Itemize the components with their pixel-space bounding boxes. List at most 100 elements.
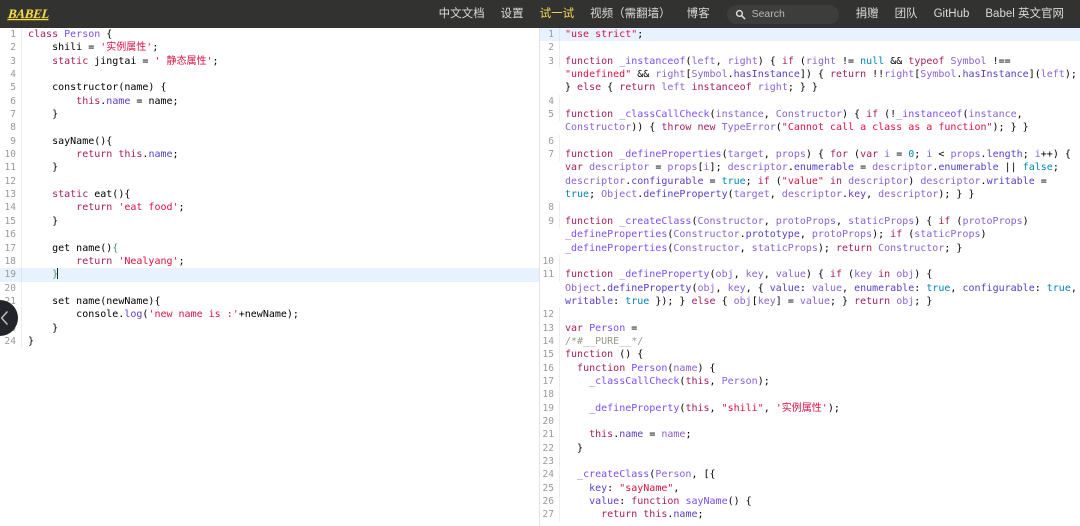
line-number: 2 (540, 41, 560, 55)
line-number: 18 (0, 254, 22, 269)
output-code-line: 4 (540, 94, 1080, 109)
line-content (22, 121, 539, 134)
line-content: static jingtai = ' 静态属性'; (52, 55, 219, 67)
line-number: 14 (0, 201, 22, 215)
line-number: 16 (540, 361, 560, 375)
input-code-line: 15 } (0, 214, 539, 229)
line-content: } (28, 162, 59, 174)
line-content (22, 282, 539, 295)
navbar-right-links: 捐赠 团队 GitHub Babel 英文官网 (848, 0, 1072, 28)
line-content (560, 41, 1080, 54)
line-content: /*#__PURE__*/ (565, 335, 644, 347)
input-code-area[interactable]: 1 class Person {2 shili = '实例属性'; 3 static… (0, 28, 539, 349)
output-code-line: 23 (540, 455, 1080, 469)
nav-link-docs[interactable]: 中文文档 (431, 0, 493, 28)
line-number: 17 (540, 374, 560, 389)
line-content (22, 228, 539, 241)
line-content (560, 388, 1080, 401)
nav-link-setup[interactable]: 设置 (493, 0, 532, 28)
line-content: this.name = name; (76, 95, 179, 107)
output-pane[interactable]: 1 "use strict"; 2 3 function _instanceof(le… (540, 28, 1080, 526)
output-code-line: 18 (540, 388, 1080, 402)
babel-logo[interactable]: BABEL (5, 6, 50, 22)
line-content: function _defineProperties(target, props… (565, 149, 1077, 201)
nav-link-team[interactable]: 团队 (887, 0, 926, 28)
nav-link-github[interactable]: GitHub (926, 0, 978, 28)
line-content: get name(){ (28, 242, 119, 254)
line-number: 5 (540, 108, 560, 122)
line-number: 12 (0, 174, 22, 189)
line-content: } (565, 442, 584, 454)
output-code-line: 12 (540, 308, 1080, 322)
line-content: value: function sayName() { (589, 496, 752, 508)
line-content: return 'eat food'; (76, 202, 185, 214)
line-number: 5 (0, 81, 22, 95)
line-number: 7 (0, 108, 22, 122)
line-number: 6 (540, 134, 560, 149)
search-input[interactable]: Search (726, 4, 839, 24)
nav-link-blog[interactable]: 博客 (679, 0, 718, 28)
line-number: 2 (0, 41, 22, 55)
line-content: function Person(name) { (577, 362, 716, 374)
line-number: 9 (0, 134, 22, 149)
line-number: 22 (540, 441, 560, 455)
line-number: 16 (0, 228, 22, 242)
nav-link-videos[interactable]: 视频（需翻墙） (582, 0, 679, 28)
input-code-line: 14 return 'eat food'; (0, 201, 539, 215)
line-number: 3 (0, 54, 22, 69)
output-code-line: 26 value: function sayName() { (540, 495, 1080, 509)
line-number: 12 (540, 308, 560, 322)
line-content: function _createClass(Constructor, proto… (565, 215, 1035, 254)
line-content: } (52, 268, 59, 281)
output-code-line: 27 return this.name; (540, 508, 1080, 522)
line-number: 1 (0, 28, 22, 42)
output-code-line: 15 function () { (540, 348, 1080, 362)
line-number: 24 (0, 334, 22, 349)
line-content (22, 175, 539, 188)
line-content: function _classCallCheck(instance, Const… (565, 109, 1029, 134)
line-content (560, 95, 1080, 108)
top-navbar: BABEL 中文文档 设置 试一试 视频（需翻墙） 博客 Search 捐赠 团… (0, 0, 1080, 28)
line-number: 8 (0, 121, 22, 135)
output-code-line: 11 function _defineProperty(obj, key, val… (540, 268, 1080, 308)
nav-link-babel-official[interactable]: Babel 英文官网 (977, 0, 1072, 28)
line-number: 27 (540, 508, 560, 522)
line-number: 23 (540, 455, 560, 469)
line-content: console.log('new name is :'+newName); (28, 309, 299, 321)
line-number: 6 (0, 94, 22, 109)
line-number: 13 (0, 188, 22, 202)
line-number: 20 (0, 281, 22, 295)
input-code-line: 4 (0, 68, 539, 82)
search-icon (735, 9, 745, 19)
line-content: var Person = (565, 322, 638, 334)
line-content (560, 201, 1080, 214)
line-number: 10 (540, 254, 560, 269)
nav-link-donate[interactable]: 捐赠 (848, 0, 887, 28)
line-content (560, 455, 1080, 468)
input-code-line: 18 return 'Nealyang'; (0, 254, 539, 269)
search-placeholder: Search (751, 7, 785, 20)
line-number: 25 (540, 481, 560, 496)
input-code-line: 22 console.log('new name is :'+newName); (0, 308, 539, 322)
line-number: 11 (540, 268, 560, 282)
line-content: this.name = name; (589, 429, 692, 441)
line-content: key: "sayName", (589, 482, 680, 494)
output-code-line: 22 } (540, 441, 1080, 455)
line-content: } (28, 109, 59, 121)
line-content: } (28, 215, 59, 227)
line-content: function _instanceof(left, right) { if (… (565, 55, 1077, 94)
line-content: _createClass(Person, [{ (577, 469, 716, 481)
nav-link-try-it-out[interactable]: 试一试 (532, 0, 583, 28)
line-content: _defineProperty(this, "shili", '实例属性'); (589, 402, 840, 414)
line-content: return this.name; (76, 149, 179, 161)
line-content: sayName(){ (28, 135, 113, 147)
output-code-line: 3 function _instanceof(left, right) { if … (540, 54, 1080, 95)
line-number: 4 (0, 68, 22, 82)
input-code-line: 6 this.name = name; (0, 94, 539, 109)
output-code-line: 10 (540, 254, 1080, 269)
input-code-line: 20 (0, 281, 539, 295)
line-content: } (28, 322, 59, 334)
output-code-line: 6 (540, 134, 1080, 149)
output-code-line: 8 (540, 201, 1080, 215)
input-pane[interactable]: 1 class Person {2 shili = '实例属性'; 3 static… (0, 28, 540, 526)
